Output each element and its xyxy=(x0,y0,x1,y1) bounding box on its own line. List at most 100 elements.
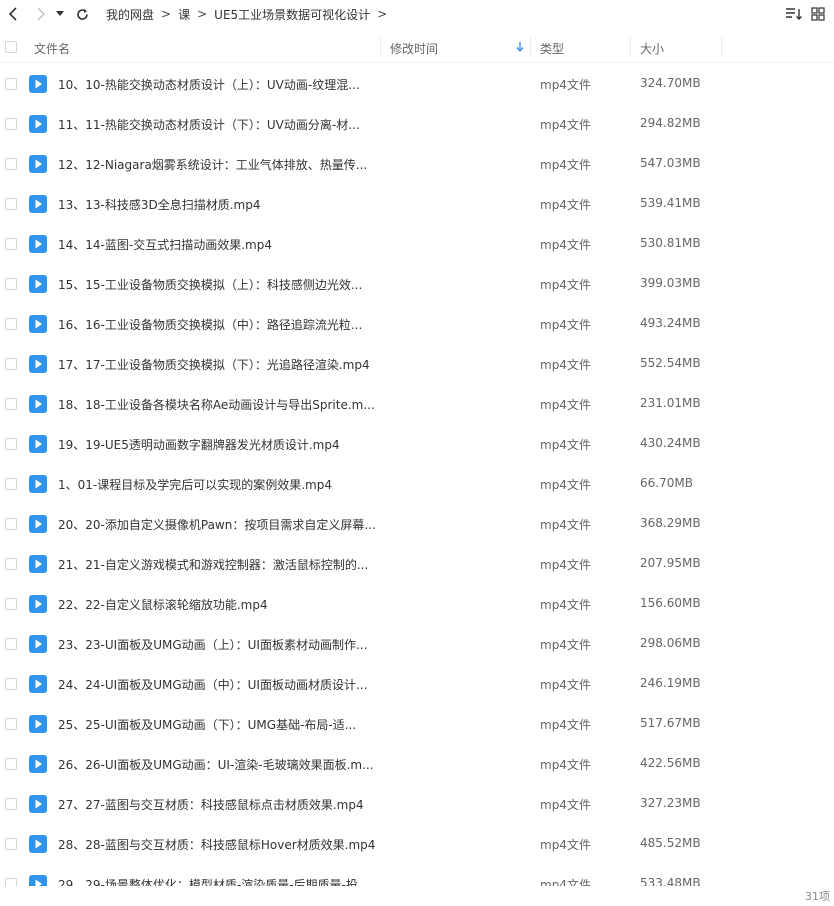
row-checkbox[interactable] xyxy=(5,398,17,410)
column-header-name[interactable]: 文件名 xyxy=(34,40,70,57)
row-checkbox[interactable] xyxy=(5,638,17,650)
row-checkbox[interactable] xyxy=(5,118,17,130)
file-row[interactable]: 16、16-工业设备物质交换模拟（中）：路径追踪流光粒... mp4文件 493… xyxy=(0,304,834,344)
row-checkbox[interactable] xyxy=(5,718,17,730)
refresh-button[interactable] xyxy=(70,2,94,26)
file-size: 530.81MB xyxy=(640,236,701,250)
file-row[interactable]: 11、11-热能交换动态材质设计（下）：UV动画分离-材... mp4文件 29… xyxy=(0,104,834,144)
row-checkbox[interactable] xyxy=(5,518,17,530)
row-checkbox[interactable] xyxy=(5,838,17,850)
file-name[interactable]: 1、01-课程目标及学完后可以实现的案例效果.mp4 xyxy=(58,476,332,493)
row-checkbox[interactable] xyxy=(5,278,17,290)
file-row[interactable]: 12、12-Niagara烟雾系统设计：工业气体排放、热量传... mp4文件 … xyxy=(0,144,834,184)
file-row[interactable]: 27、27-蓝图与交互材质：科技感鼠标点击材质效果.mp4 mp4文件 327.… xyxy=(0,784,834,824)
file-row[interactable]: 24、24-UI面板及UMG动画（中）：UI面板动画材质设计... mp4文件 … xyxy=(0,664,834,704)
file-row[interactable]: 25、25-UI面板及UMG动画（下）：UMG基础-布局-适... mp4文件 … xyxy=(0,704,834,744)
video-file-icon xyxy=(29,515,47,533)
grid-view-icon xyxy=(811,7,825,21)
breadcrumb-item-current-folder[interactable]: UE5工业场景数据可视化设计 xyxy=(214,6,370,23)
file-row[interactable]: 1、01-课程目标及学完后可以实现的案例效果.mp4 mp4文件 66.70MB xyxy=(0,464,834,504)
caret-down-icon xyxy=(56,11,64,16)
file-type: mp4文件 xyxy=(540,78,591,92)
column-header-size[interactable]: 大小 xyxy=(640,40,664,57)
file-row[interactable]: 29、29-场景整体优化：模型材质-渲染质量-后期质量-投... mp4文件 5… xyxy=(0,864,834,886)
file-name[interactable]: 25、25-UI面板及UMG动画（下）：UMG基础-布局-适... xyxy=(58,716,356,733)
file-row[interactable]: 19、19-UE5透明动画数字翻牌器发光材质设计.mp4 mp4文件 430.2… xyxy=(0,424,834,464)
file-name[interactable]: 22、22-自定义鼠标滚轮缩放功能.mp4 xyxy=(58,596,268,613)
file-name[interactable]: 14、14-蓝图-交互式扫描动画效果.mp4 xyxy=(58,236,272,253)
file-name[interactable]: 12、12-Niagara烟雾系统设计：工业气体排放、热量传... xyxy=(58,156,367,173)
video-file-icon xyxy=(29,635,47,653)
row-checkbox[interactable] xyxy=(5,558,17,570)
file-row[interactable]: 20、20-添加自定义摄像机Pawn：按项目需求自定义屏幕... mp4文件 3… xyxy=(0,504,834,544)
file-row[interactable]: 13、13-科技感3D全息扫描材质.mp4 mp4文件 539.41MB xyxy=(0,184,834,224)
row-checkbox[interactable] xyxy=(5,798,17,810)
row-checkbox[interactable] xyxy=(5,318,17,330)
file-row[interactable]: 17、17-工业设备物质交换模拟（下）：光追路径渲染.mp4 mp4文件 552… xyxy=(0,344,834,384)
file-row[interactable]: 21、21-自定义游戏模式和游戏控制器：激活鼠标控制的... mp4文件 207… xyxy=(0,544,834,584)
file-name[interactable]: 13、13-科技感3D全息扫描材质.mp4 xyxy=(58,196,261,213)
file-name[interactable]: 26、26-UI面板及UMG动画：UI-渲染-毛玻璃效果面板.m... xyxy=(58,756,374,773)
file-name[interactable]: 28、28-蓝图与交互材质：科技感鼠标Hover材质效果.mp4 xyxy=(58,836,375,853)
file-row[interactable]: 23、23-UI面板及UMG动画（上）：UI面板素材动画制作... mp4文件 … xyxy=(0,624,834,664)
breadcrumb-item-my-drive[interactable]: 我的网盘 xyxy=(106,6,154,23)
file-type: mp4文件 xyxy=(540,718,591,732)
row-checkbox[interactable] xyxy=(5,678,17,690)
file-size: 485.52MB xyxy=(640,836,701,850)
file-row[interactable]: 28、28-蓝图与交互材质：科技感鼠标Hover材质效果.mp4 mp4文件 4… xyxy=(0,824,834,864)
row-checkbox[interactable] xyxy=(5,198,17,210)
file-size: 368.29MB xyxy=(640,516,701,530)
back-button[interactable] xyxy=(2,2,26,26)
file-name[interactable]: 29、29-场景整体优化：模型材质-渲染质量-后期质量-投... xyxy=(58,876,369,886)
file-name[interactable]: 21、21-自定义游戏模式和游戏控制器：激活鼠标控制的... xyxy=(58,556,368,573)
breadcrumb-separator-icon: > xyxy=(197,7,208,21)
row-checkbox[interactable] xyxy=(5,598,17,610)
row-checkbox[interactable] xyxy=(5,158,17,170)
breadcrumb-separator-icon: > xyxy=(377,7,388,21)
row-checkbox[interactable] xyxy=(5,238,17,250)
item-count: 31项 xyxy=(805,890,830,903)
sort-button[interactable] xyxy=(782,2,806,26)
file-row[interactable]: 26、26-UI面板及UMG动画：UI-渲染-毛玻璃效果面板.m... mp4文… xyxy=(0,744,834,784)
row-checkbox[interactable] xyxy=(5,438,17,450)
column-header-modified[interactable]: 修改时间 xyxy=(390,40,438,57)
row-checkbox[interactable] xyxy=(5,478,17,490)
file-size: 327.23MB xyxy=(640,796,701,810)
file-row[interactable]: 14、14-蓝图-交互式扫描动画效果.mp4 mp4文件 530.81MB xyxy=(0,224,834,264)
select-all-checkbox[interactable] xyxy=(5,41,17,53)
file-name[interactable]: 16、16-工业设备物质交换模拟（中）：路径追踪流光粒... xyxy=(58,316,362,333)
file-name[interactable]: 15、15-工业设备物质交换模拟（上）：科技感侧边光效... xyxy=(58,276,362,293)
file-name[interactable]: 18、18-工业设备各模块名称Ae动画设计与导出Sprite.m... xyxy=(58,396,375,413)
breadcrumb-item-course[interactable]: 课 xyxy=(178,6,190,23)
row-checkbox[interactable] xyxy=(5,758,17,770)
file-name[interactable]: 27、27-蓝图与交互材质：科技感鼠标点击材质效果.mp4 xyxy=(58,796,364,813)
video-file-icon xyxy=(29,235,47,253)
row-checkbox[interactable] xyxy=(5,358,17,370)
video-file-icon xyxy=(29,875,47,886)
file-row[interactable]: 10、10-热能交换动态材质设计（上）：UV动画-纹理混... mp4文件 32… xyxy=(0,64,834,104)
row-checkbox[interactable] xyxy=(5,878,17,886)
row-checkbox[interactable] xyxy=(5,78,17,90)
history-dropdown-button[interactable] xyxy=(52,2,68,26)
file-name[interactable]: 17、17-工业设备物质交换模拟（下）：光追路径渲染.mp4 xyxy=(58,356,370,373)
chevron-left-icon xyxy=(8,7,17,21)
file-list-header: 文件名 修改时间 类型 大小 xyxy=(0,32,834,63)
refresh-icon xyxy=(76,8,88,20)
forward-button[interactable] xyxy=(28,2,52,26)
video-file-icon xyxy=(29,795,47,813)
file-row[interactable]: 22、22-自定义鼠标滚轮缩放功能.mp4 mp4文件 156.60MB xyxy=(0,584,834,624)
video-file-icon xyxy=(29,475,47,493)
file-name[interactable]: 24、24-UI面板及UMG动画（中）：UI面板动画材质设计... xyxy=(58,676,367,693)
file-name[interactable]: 11、11-热能交换动态材质设计（下）：UV动画分离-材... xyxy=(58,116,360,133)
grid-view-button[interactable] xyxy=(806,2,830,26)
file-size: 517.67MB xyxy=(640,716,701,730)
file-row[interactable]: 15、15-工业设备物质交换模拟（上）：科技感侧边光效... mp4文件 399… xyxy=(0,264,834,304)
column-header-type[interactable]: 类型 xyxy=(540,40,564,57)
file-name[interactable]: 10、10-热能交换动态材质设计（上）：UV动画-纹理混... xyxy=(58,76,360,93)
file-name[interactable]: 23、23-UI面板及UMG动画（上）：UI面板素材动画制作... xyxy=(58,636,367,653)
file-name[interactable]: 20、20-添加自定义摄像机Pawn：按项目需求自定义屏幕... xyxy=(58,516,376,533)
file-size: 156.60MB xyxy=(640,596,701,610)
file-type: mp4文件 xyxy=(540,278,591,292)
file-name[interactable]: 19、19-UE5透明动画数字翻牌器发光材质设计.mp4 xyxy=(58,436,340,453)
file-row[interactable]: 18、18-工业设备各模块名称Ae动画设计与导出Sprite.m... mp4文… xyxy=(0,384,834,424)
